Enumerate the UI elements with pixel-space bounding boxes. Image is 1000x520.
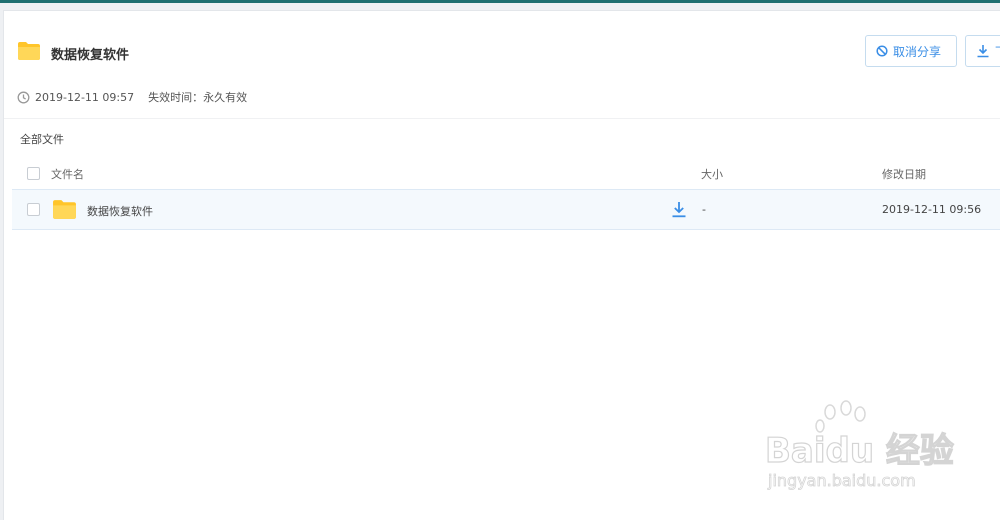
watermark-brand: Baidu 经验 bbox=[765, 431, 954, 471]
table-row[interactable]: 数据恢复软件 - 2019-12-11 09:56 bbox=[12, 189, 1000, 230]
expiry-label: 失效时间： bbox=[148, 91, 204, 104]
download-icon[interactable] bbox=[671, 201, 687, 218]
select-all-checkbox[interactable] bbox=[27, 167, 40, 180]
ban-icon bbox=[876, 45, 888, 57]
folder-icon bbox=[18, 42, 40, 60]
download-button[interactable]: 下载 bbox=[965, 35, 1000, 67]
share-header: 数据恢复软件 取消分享 下载 bbox=[4, 11, 1000, 81]
column-header-size[interactable]: 大小 bbox=[701, 166, 723, 182]
page-title: 数据恢复软件 bbox=[51, 48, 130, 63]
watermark-url: jingyan.baidu.com bbox=[767, 471, 916, 490]
cancel-share-button[interactable]: 取消分享 bbox=[865, 35, 957, 67]
cancel-share-label: 取消分享 bbox=[893, 44, 942, 59]
download-label: 下载 bbox=[995, 43, 1000, 60]
baidu-jingyan-watermark: Baidu 经验 jingyan.baidu.com bbox=[764, 400, 955, 490]
share-time: 2019-12-11 09:57 bbox=[35, 90, 135, 104]
expiry-value: 永久有效 bbox=[203, 91, 248, 104]
download-icon bbox=[977, 45, 989, 58]
clock-icon bbox=[17, 91, 30, 103]
share-meta: 2019-12-11 09:57 失效时间： 永久有效 bbox=[17, 89, 247, 105]
file-name-link[interactable]: 数据恢复软件 bbox=[87, 203, 153, 219]
column-header-name[interactable]: 文件名 bbox=[51, 166, 84, 182]
file-size: - bbox=[702, 203, 706, 216]
window-top-bar bbox=[0, 0, 1000, 3]
row-checkbox[interactable] bbox=[27, 203, 40, 216]
header-divider bbox=[4, 118, 1000, 119]
column-header-modified[interactable]: 修改日期 bbox=[882, 166, 926, 182]
breadcrumb[interactable]: 全部文件 bbox=[20, 131, 64, 147]
folder-icon bbox=[53, 200, 76, 219]
file-modified: 2019-12-11 09:56 bbox=[882, 203, 982, 216]
table-header: 文件名 大小 修改日期 bbox=[12, 157, 1000, 189]
